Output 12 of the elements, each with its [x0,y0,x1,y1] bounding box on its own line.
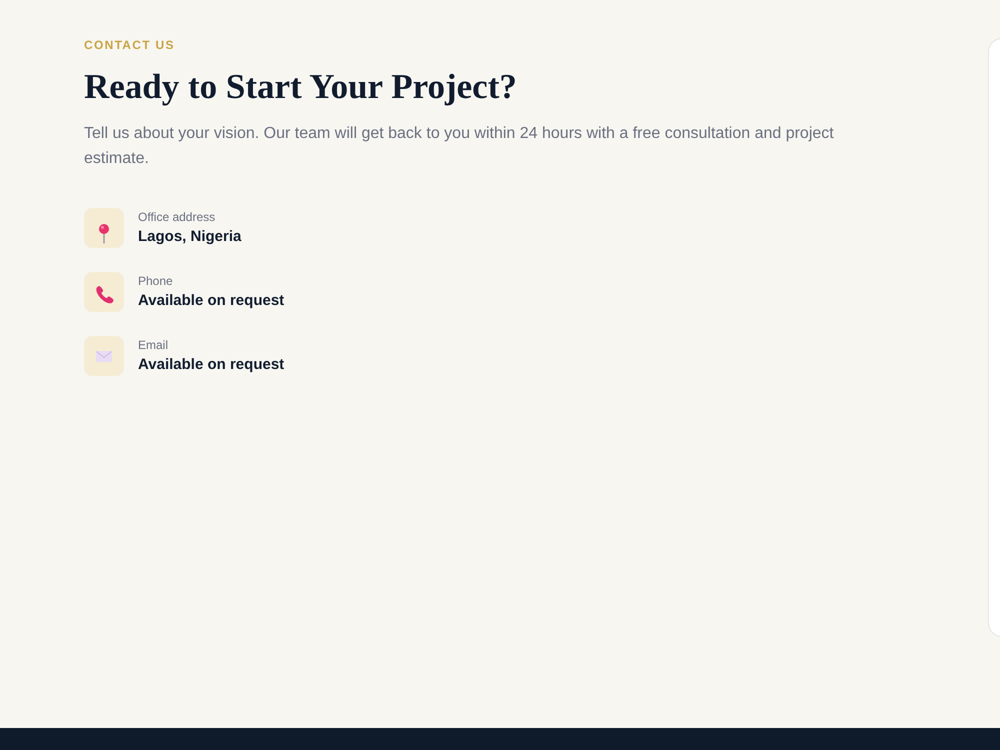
envelope-icon [84,336,124,376]
contact-label: Office address [138,209,216,225]
contact-value: Available on request [138,355,284,375]
section-eyebrow: CONTACT US [84,37,175,53]
intro-text: Tell us about your vision. Our team will get back to you within 24 hours with a free consultation and project estimate. [84,124,835,169]
contact-value: Lagos, Nigeria [138,227,242,247]
contact-label: Email [138,337,168,353]
contact-label: Phone [138,273,173,289]
phone-icon [84,272,124,312]
section-heading: Ready to Start Your Project? [84,66,517,108]
pin-icon [84,208,124,248]
contact-value: Available on request [138,291,284,311]
